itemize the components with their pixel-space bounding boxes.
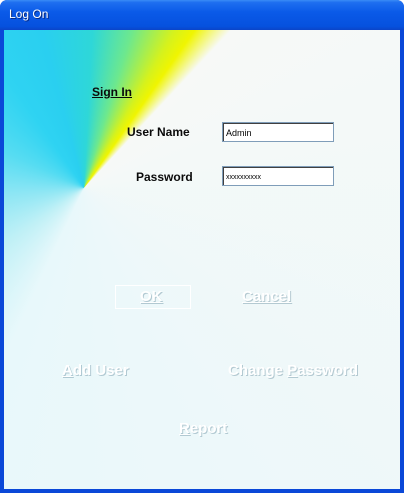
add-user-label-rest: dd User — [72, 362, 129, 379]
username-label: User Name — [127, 125, 190, 139]
add-user-button[interactable]: Add User — [62, 362, 129, 379]
logon-window: Log On Sign In User Name Password OK Can… — [0, 0, 404, 493]
logon-form-panel: Sign In User Name Password OK Cancel Add… — [4, 30, 400, 489]
change-password-mnemonic: P — [287, 362, 298, 379]
username-field[interactable] — [222, 122, 334, 142]
report-label-rest: eport — [189, 420, 228, 437]
report-button[interactable]: Report — [179, 420, 227, 437]
title-bar[interactable]: Log On — [0, 0, 404, 30]
window-title: Log On — [9, 7, 49, 21]
password-label: Password — [136, 170, 193, 184]
report-mnemonic: R — [179, 420, 190, 437]
add-user-mnemonic: A — [62, 362, 73, 379]
cancel-button[interactable]: Cancel — [242, 288, 291, 305]
password-field[interactable] — [222, 166, 334, 186]
sign-in-heading: Sign In — [92, 85, 132, 99]
change-password-label-prefix: Change — [228, 362, 288, 379]
ok-button[interactable]: OK — [140, 288, 163, 305]
change-password-label-rest: assword — [297, 362, 359, 379]
change-password-button[interactable]: Change Password — [228, 362, 358, 379]
